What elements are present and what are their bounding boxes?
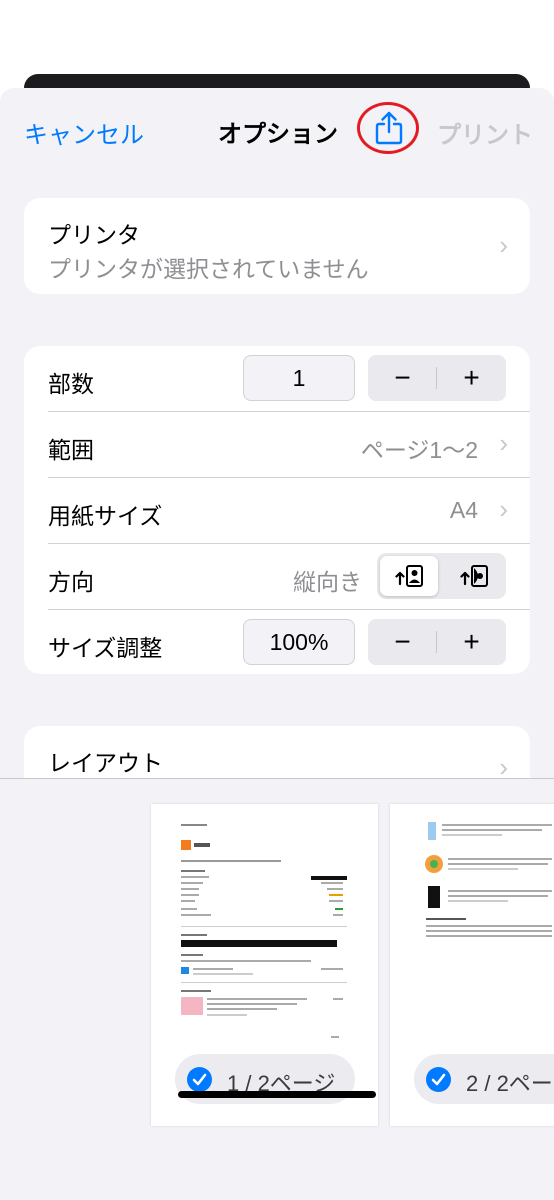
scaling-stepper: − + <box>368 619 506 665</box>
scaling-input[interactable]: 100% <box>243 619 355 665</box>
printer-status: プリンタが選択されていません <box>48 256 369 282</box>
range-value: ページ1〜2 <box>360 437 478 463</box>
portrait-option[interactable] <box>380 556 438 596</box>
navigation-bar: キャンセル オプション プリント <box>0 88 554 174</box>
layout-label: レイアウト <box>48 750 163 776</box>
page-label: 2 / 2ページ <box>466 1071 554 1096</box>
scaling-label: サイズ調整 <box>48 635 163 661</box>
scaling-increment-button[interactable]: + <box>437 619 506 665</box>
paper-size-row[interactable]: 用紙サイズ A4 › <box>24 478 530 543</box>
chevron-right-icon: › <box>499 428 508 458</box>
page-preview-2[interactable]: 2 / 2ページ <box>390 804 554 1126</box>
portrait-icon <box>395 565 423 587</box>
orientation-value: 縦向き <box>293 569 362 595</box>
scaling-row: サイズ調整 100% − + <box>24 610 530 674</box>
copies-decrement-button[interactable]: − <box>368 355 437 401</box>
paper-size-value: A4 <box>449 497 478 523</box>
printer-selector[interactable]: プリンタ プリンタが選択されていません › <box>24 198 530 294</box>
range-label: 範囲 <box>48 437 94 463</box>
print-options-group: 部数 1 − + 範囲 ページ1〜2 › 用紙サイズ A4 › 方向 縦向き サ… <box>24 346 530 674</box>
landscape-icon <box>460 565 488 587</box>
page-title: オプション <box>218 121 338 148</box>
orientation-segmented-control <box>377 553 506 599</box>
printer-label: プリンタ <box>48 222 140 248</box>
chevron-right-icon: › <box>499 494 508 524</box>
copies-row: 部数 1 − + <box>24 346 530 411</box>
scaling-decrement-button[interactable]: − <box>368 619 437 665</box>
copies-input[interactable]: 1 <box>243 355 355 401</box>
copies-increment-button[interactable]: + <box>437 355 506 401</box>
home-indicator[interactable] <box>178 1091 376 1098</box>
share-button[interactable] <box>357 102 421 158</box>
copies-stepper: − + <box>368 355 506 401</box>
document-thumbnail <box>181 824 347 1038</box>
share-icon <box>375 111 403 145</box>
range-row[interactable]: 範囲 ページ1〜2 › <box>24 412 530 477</box>
print-options-sheet: キャンセル オプション プリント プリンタ プリンタが選択されていません › 部… <box>0 88 554 1200</box>
orientation-label: 方向 <box>48 569 94 595</box>
landscape-option[interactable] <box>445 556 503 596</box>
document-thumbnail <box>425 822 552 937</box>
page-preview-1[interactable]: 1 / 2ページ <box>151 804 378 1126</box>
copies-label: 部数 <box>48 371 94 397</box>
cancel-button[interactable]: キャンセル <box>24 115 144 150</box>
page-preview-area[interactable]: 1 / 2ページ 2 / 2ペー <box>0 778 554 1200</box>
orientation-row: 方向 縦向き <box>24 544 530 609</box>
paper-size-label: 用紙サイズ <box>48 503 163 529</box>
chevron-right-icon: › <box>499 230 508 260</box>
page-select-pill[interactable]: 2 / 2ページ <box>414 1054 554 1104</box>
checkmark-icon <box>187 1067 212 1092</box>
checkmark-icon <box>426 1067 451 1092</box>
print-button[interactable]: プリント <box>437 115 533 150</box>
